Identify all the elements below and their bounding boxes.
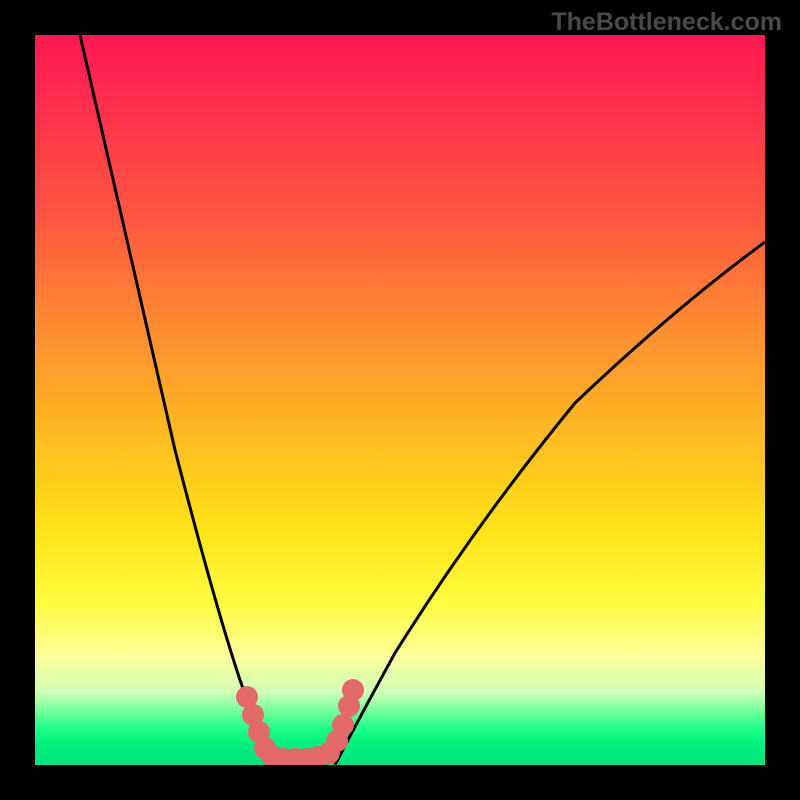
- plot-area: [35, 35, 765, 765]
- right-curve: [335, 242, 765, 765]
- watermark-text: TheBottleneck.com: [551, 8, 782, 37]
- curve-layer: [35, 35, 765, 765]
- left-curve: [80, 35, 275, 765]
- chart-container: TheBottleneck.com: [0, 0, 800, 800]
- bottom-dot-band: [236, 679, 364, 765]
